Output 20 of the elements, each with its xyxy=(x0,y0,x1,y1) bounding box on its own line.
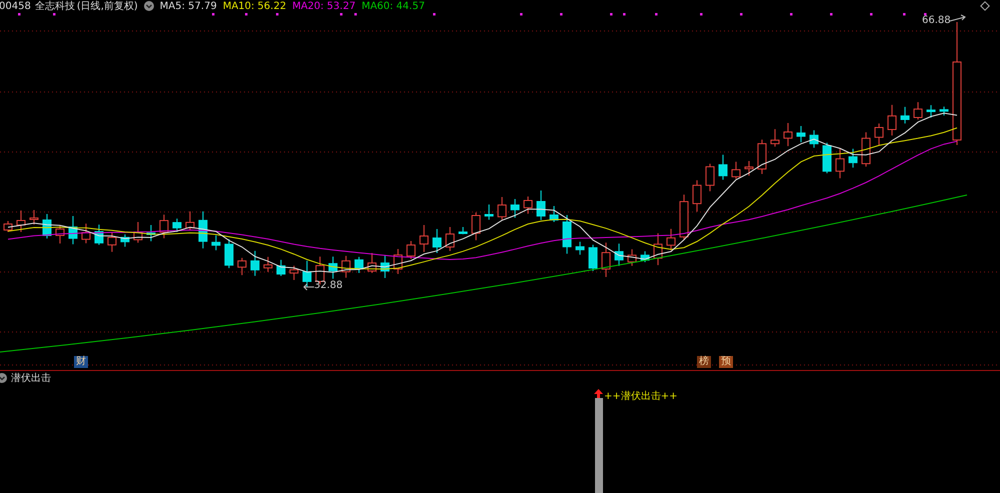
up-arrow-icon xyxy=(594,389,603,398)
low-price-label: 32.88 xyxy=(314,280,343,291)
stock-code: 00458 xyxy=(0,0,31,12)
high-arrow-icon xyxy=(950,14,966,22)
collapse-icon[interactable] xyxy=(0,372,7,382)
event-badge[interactable]: 榜 xyxy=(697,356,711,368)
moving-average-label: MA5: 57.79 xyxy=(160,0,217,12)
moving-average-label: MA10: 56.22 xyxy=(222,0,286,12)
collapse-icon[interactable] xyxy=(144,1,154,11)
diamond-icon[interactable] xyxy=(980,1,990,11)
indicator-title: 潜伏出击 xyxy=(11,372,51,384)
event-badge[interactable]: 预 xyxy=(719,356,733,368)
high-price-label: 66.88 xyxy=(922,15,951,26)
stock-name: 全志科技 xyxy=(34,0,75,13)
moving-average-label: MA20: 53.27 xyxy=(292,0,356,12)
moving-average-label: MA60: 44.57 xyxy=(362,0,425,12)
signal-label: ++潜伏出击++ xyxy=(604,390,678,403)
event-badge[interactable]: 财 xyxy=(74,356,88,368)
period-label: (日线,前复权) xyxy=(76,0,138,13)
low-arrow-icon xyxy=(303,284,314,290)
